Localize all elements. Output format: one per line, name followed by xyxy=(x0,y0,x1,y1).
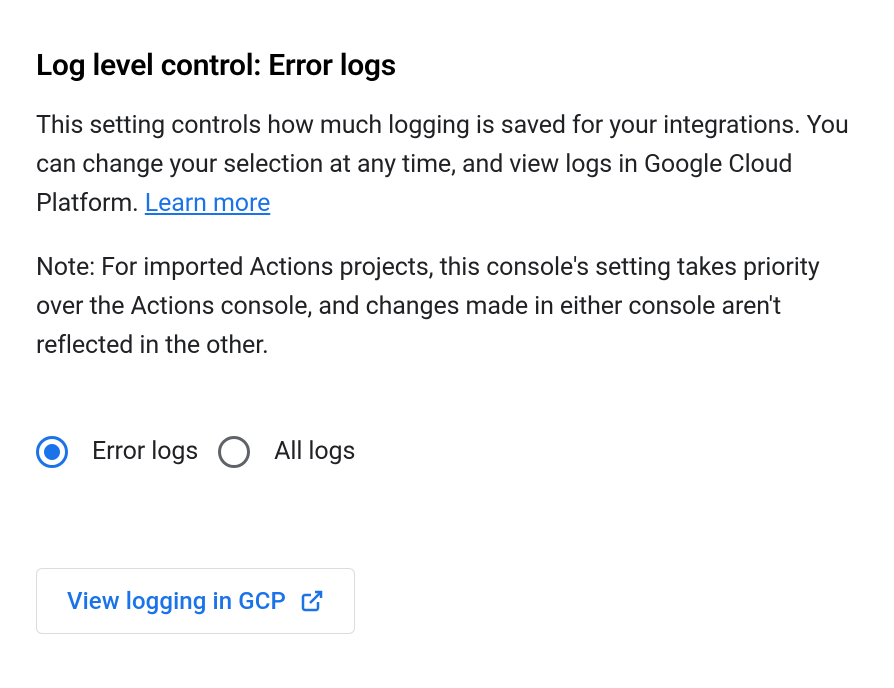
gcp-button-label: View logging in GCP xyxy=(67,587,286,615)
radio-all-logs[interactable]: All logs xyxy=(218,436,355,468)
radio-unselected-icon xyxy=(218,436,250,468)
note-text: Note: For imported Actions projects, thi… xyxy=(36,249,856,365)
page-heading: Log level control: Error logs xyxy=(36,48,858,83)
radio-error-logs[interactable]: Error logs xyxy=(36,436,198,468)
radio-all-logs-label: All logs xyxy=(274,437,355,466)
learn-more-link[interactable]: Learn more xyxy=(145,189,270,218)
external-link-icon xyxy=(300,589,324,613)
description-text: This setting controls how much logging i… xyxy=(36,107,856,223)
radio-error-logs-label: Error logs xyxy=(92,437,198,466)
view-logging-gcp-button[interactable]: View logging in GCP xyxy=(36,568,355,634)
radio-selected-icon xyxy=(36,436,68,468)
log-level-radio-group: Error logs All logs xyxy=(36,436,858,468)
